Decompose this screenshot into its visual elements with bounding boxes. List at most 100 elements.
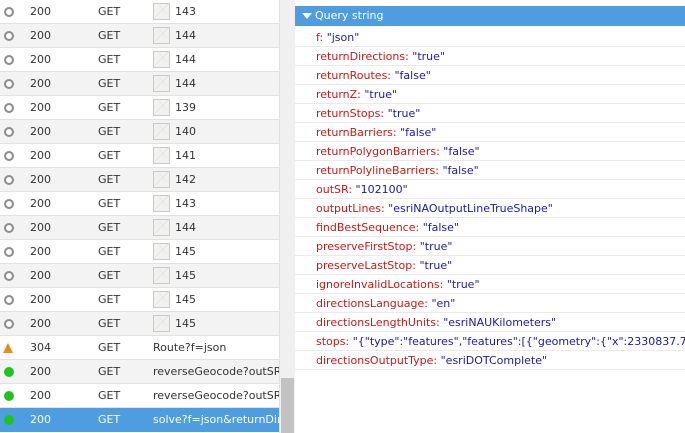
param-key-text: findBestSequence [316, 221, 416, 234]
request-method: GET [98, 53, 121, 66]
query-string-section-header[interactable]: Query string [295, 6, 685, 26]
query-param-row[interactable]: preserveLastStop: "true" [295, 256, 685, 275]
request-row[interactable]: 200 GET reverseGeocode?outSR= [0, 384, 279, 408]
request-name: Route?f=json [153, 341, 227, 354]
map-tile-thumbnail-icon [153, 315, 170, 332]
pending-ring-icon [4, 175, 14, 185]
request-status: 200 [30, 29, 51, 42]
request-row[interactable]: 304 GET Route?f=json [0, 336, 279, 360]
map-tile-thumbnail-icon [153, 243, 170, 260]
map-tile-thumbnail-icon [153, 51, 170, 68]
map-tile-thumbnail-icon [153, 267, 170, 284]
request-row[interactable]: 200 GET 145 [0, 288, 279, 312]
query-param-row[interactable]: stops: "{"type":"features","features":[{… [295, 332, 685, 351]
query-param-row[interactable]: returnBarriers: "false" [295, 123, 685, 142]
request-method: GET [98, 413, 121, 426]
request-row[interactable]: 200 GET 139 [0, 96, 279, 120]
param-key: returnPolygonBarriers: "false" [316, 145, 480, 158]
param-key-text: directionsLengthUnits [316, 316, 437, 329]
param-value: "json" [326, 31, 360, 44]
request-method: GET [98, 269, 121, 282]
param-key-text: returnStops [316, 107, 381, 120]
param-value: "esriDOTComplete" [440, 354, 548, 367]
param-key-text: stops [316, 335, 346, 348]
query-param-row[interactable]: returnDirections: "true" [295, 47, 685, 66]
request-name: 145 [175, 269, 196, 282]
map-tile-thumbnail-icon [153, 123, 170, 140]
request-list-scrollbar[interactable] [279, 0, 295, 433]
request-row[interactable]: 200 GET 144 [0, 24, 279, 48]
request-row[interactable]: 200 GET solve?f=json&returnDir [0, 408, 279, 432]
query-param-row[interactable]: returnStops: "true" [295, 104, 685, 123]
request-status: 200 [30, 365, 51, 378]
param-value: "true" [419, 240, 453, 253]
query-param-row[interactable]: ignoreInvalidLocations: "true" [295, 275, 685, 294]
request-list[interactable]: 200 GET 143 200 GET 144 200 GET 144 200 GET 144 200 G… [0, 0, 279, 433]
query-param-row[interactable]: findBestSequence: "false" [295, 218, 685, 237]
query-param-row[interactable]: f: "json" [295, 28, 685, 47]
request-name: solve?f=json&returnDir [153, 413, 279, 426]
param-key: returnRoutes: "false" [316, 69, 431, 82]
param-value: "false" [443, 145, 480, 158]
expand-triangle-icon[interactable] [302, 13, 312, 19]
param-value: "esriNAOutputLineTrueShape" [388, 202, 553, 215]
pending-ring-icon [4, 151, 14, 161]
request-name: reverseGeocode?outSR= [153, 389, 279, 402]
request-row[interactable]: 200 GET 142 [0, 168, 279, 192]
request-method: GET [98, 245, 121, 258]
request-row[interactable]: 200 GET 145 [0, 264, 279, 288]
query-param-row[interactable]: directionsLanguage: "en" [295, 294, 685, 313]
query-param-row[interactable]: returnPolygonBarriers: "false" [295, 142, 685, 161]
map-tile-thumbnail-icon [153, 291, 170, 308]
param-key-text: directionsOutputType [316, 354, 434, 367]
param-value: "esriNAUKilometers" [443, 316, 557, 329]
request-row[interactable]: 200 GET 143 [0, 0, 279, 24]
param-value: "true" [364, 88, 398, 101]
request-row[interactable]: 200 GET 145 [0, 312, 279, 336]
param-key: returnStops: "true" [316, 107, 421, 120]
query-param-row[interactable]: returnZ: "true" [295, 85, 685, 104]
param-key: directionsLengthUnits: "esriNAUKilometer… [316, 316, 557, 329]
query-param-row[interactable]: returnPolylineBarriers: "false" [295, 161, 685, 180]
success-dot-icon [4, 415, 14, 425]
request-row[interactable]: 200 GET 144 [0, 48, 279, 72]
param-value: "false" [442, 164, 479, 177]
param-key-text: returnPolygonBarriers [316, 145, 437, 158]
param-value: "false" [400, 126, 437, 139]
request-row[interactable]: 200 GET reverseGeocode?outSR= [0, 360, 279, 384]
request-row[interactable]: 200 GET 144 [0, 72, 279, 96]
scrollbar-thumb[interactable] [281, 378, 294, 433]
param-key-text: outSR [316, 183, 349, 196]
request-row[interactable]: 200 GET 141 [0, 144, 279, 168]
query-param-row[interactable]: returnRoutes: "false" [295, 66, 685, 85]
pending-ring-icon [4, 271, 14, 281]
request-status: 200 [30, 173, 51, 186]
request-name: 143 [175, 197, 196, 210]
request-name: 143 [175, 5, 196, 18]
request-status: 200 [30, 5, 51, 18]
param-value: "102100" [355, 183, 408, 196]
param-key-text: returnDirections [316, 50, 406, 63]
request-status: 200 [30, 125, 51, 138]
query-param-row[interactable]: preserveFirstStop: "true" [295, 237, 685, 256]
request-method: GET [98, 173, 121, 186]
param-value: "true" [446, 278, 480, 291]
request-row[interactable]: 200 GET 144 [0, 216, 279, 240]
param-key-text: returnBarriers [316, 126, 393, 139]
request-name: 145 [175, 245, 196, 258]
param-key: f: "json" [316, 31, 360, 44]
request-method: GET [98, 293, 121, 306]
request-row[interactable]: 200 GET 140 [0, 120, 279, 144]
param-key: returnPolylineBarriers: "false" [316, 164, 479, 177]
request-row[interactable]: 200 GET 145 [0, 240, 279, 264]
param-key: preserveLastStop: "true" [316, 259, 453, 272]
pending-ring-icon [4, 199, 14, 209]
query-param-row[interactable]: outputLines: "esriNAOutputLineTrueShape" [295, 199, 685, 218]
query-param-row[interactable]: directionsOutputType: "esriDOTComplete" [295, 351, 685, 370]
query-param-row[interactable]: directionsLengthUnits: "esriNAUKilometer… [295, 313, 685, 332]
request-name: 144 [175, 221, 196, 234]
pending-ring-icon [4, 127, 14, 137]
query-param-row[interactable]: outSR: "102100" [295, 180, 685, 199]
pending-ring-icon [4, 7, 14, 17]
request-row[interactable]: 200 GET 143 [0, 192, 279, 216]
